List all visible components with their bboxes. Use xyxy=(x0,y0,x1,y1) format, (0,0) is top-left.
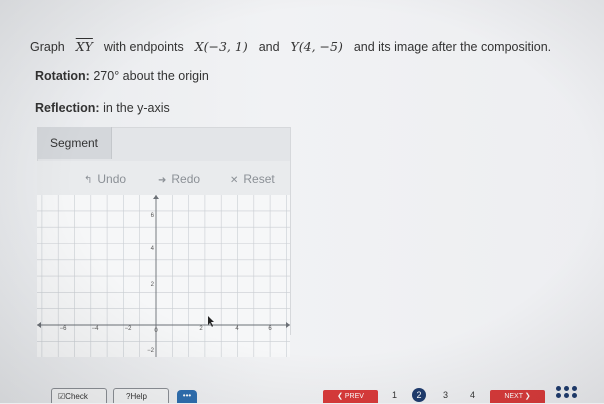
next-button[interactable]: NEXT ❯ xyxy=(490,390,545,403)
prompt-text-endpoints: with endpoints xyxy=(103,40,184,54)
reflection-line: Reflection: in the y-axis xyxy=(35,101,170,115)
check-button[interactable]: ☑Check xyxy=(51,388,107,403)
chevron-left-icon: ❮ xyxy=(337,393,345,400)
question-grid-icon[interactable] xyxy=(556,386,580,403)
undo-arrow-icon: ↰ xyxy=(84,175,93,186)
prev-label: PREV xyxy=(344,393,364,400)
redo-label: Redo xyxy=(171,172,201,186)
reset-label: Reset xyxy=(243,172,275,186)
reflection-label: Reflection: xyxy=(35,101,100,115)
redo-button[interactable]: ➜ Redo xyxy=(158,172,200,186)
page-3[interactable]: 3 xyxy=(443,390,448,400)
next-label: NEXT xyxy=(504,393,523,400)
page-1[interactable]: 1 xyxy=(392,390,397,400)
more-options-button[interactable]: ••• xyxy=(177,390,197,403)
coordinate-grid[interactable]: −6 −4 −2 0 2 4 6 6 4 2 −2 xyxy=(37,195,290,357)
x-tick-neg4: −4 xyxy=(92,326,100,332)
undo-button[interactable]: ↰ Undo xyxy=(84,172,126,186)
undo-label: Undo xyxy=(97,172,127,186)
y-tick-neg2: −2 xyxy=(147,348,155,354)
reset-button[interactable]: ✕ Reset xyxy=(230,172,275,186)
close-icon: ✕ xyxy=(230,175,239,186)
check-label: Check xyxy=(65,392,88,401)
problem-prompt: Graph XY with endpoints X(−3, 1) and Y(4… xyxy=(30,39,551,54)
segment-name: XY xyxy=(75,39,93,54)
prompt-text-and: and xyxy=(258,40,280,54)
prev-button[interactable]: ❮ PREV xyxy=(323,390,378,403)
help-label: Help xyxy=(130,392,147,401)
rotation-label: Rotation: xyxy=(35,69,90,83)
page-4[interactable]: 4 xyxy=(470,390,475,400)
point-y: Y(4, −5) xyxy=(290,39,343,54)
prompt-text-graph: Graph xyxy=(30,40,65,54)
page-2-current[interactable]: 2 xyxy=(412,388,426,402)
reflection-value: in the y-axis xyxy=(103,101,170,115)
point-x: X(−3, 1) xyxy=(194,39,248,54)
chevron-right-icon: ❯ xyxy=(522,393,531,400)
x-tick-neg2: −2 xyxy=(125,326,133,332)
redo-arrow-icon: ➜ xyxy=(158,175,167,186)
segment-tool-button[interactable]: Segment xyxy=(37,127,112,159)
rotation-line: Rotation: 270° about the origin xyxy=(35,69,209,83)
prompt-text-composition: and its image after the composition. xyxy=(353,40,552,54)
rotation-value: 270° about the origin xyxy=(93,69,209,83)
x-tick-neg6: −6 xyxy=(60,326,68,332)
help-button[interactable]: ?Help xyxy=(113,388,169,403)
